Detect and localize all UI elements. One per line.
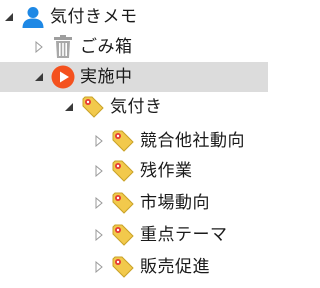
tree-item-notice[interactable]: 気付き (0, 92, 268, 122)
play-circle-icon (50, 64, 76, 90)
expand-arrow-icon[interactable] (92, 134, 106, 148)
collapse-arrow-icon[interactable] (62, 100, 76, 114)
collapse-arrow-icon[interactable] (2, 10, 16, 24)
tree-item-label: ごみ箱 (80, 37, 133, 57)
expand-arrow-icon[interactable] (92, 228, 106, 242)
tree-item-trash[interactable]: ごみ箱 (0, 32, 268, 62)
tree-item-in-progress[interactable]: 実施中 (0, 62, 268, 92)
tag-icon (80, 94, 106, 120)
tree-item-label: 競合他社動向 (140, 131, 245, 151)
trash-icon (50, 34, 76, 60)
tree-item-tag[interactable]: 重点テーマ (0, 220, 268, 250)
tree-item-tag[interactable]: 競合他社動向 (0, 126, 268, 156)
tree-item-label: 実施中 (80, 67, 133, 87)
tag-icon (110, 254, 136, 280)
tree-item-root[interactable]: 気付きメモ (0, 2, 268, 32)
tree-item-label: 市場動向 (140, 193, 210, 213)
expand-arrow-icon[interactable] (32, 40, 46, 54)
tag-icon (110, 190, 136, 216)
collapse-arrow-icon[interactable] (32, 70, 46, 84)
tree-item-label: 重点テーマ (140, 225, 228, 245)
expand-arrow-icon[interactable] (92, 260, 106, 274)
tree-item-tag[interactable]: 残作業 (0, 156, 268, 186)
tree-item-label: 残作業 (140, 161, 193, 181)
tag-icon (110, 128, 136, 154)
tree-item-label: 気付き (110, 97, 163, 117)
tree-item-tag[interactable]: 販売促進 (0, 252, 268, 282)
tree-item-label: 販売促進 (140, 257, 210, 277)
user-icon (20, 4, 46, 30)
tree-item-tag[interactable]: 市場動向 (0, 188, 268, 218)
expand-arrow-icon[interactable] (92, 164, 106, 178)
expand-arrow-icon[interactable] (92, 196, 106, 210)
tag-icon (110, 222, 136, 248)
tag-icon (110, 158, 136, 184)
folder-tree: 気付きメモ ごみ箱 実施中 気付き 競合他社動向 残作業 市場動向 重点テーマ … (0, 0, 268, 288)
tree-item-label: 気付きメモ (50, 7, 138, 27)
